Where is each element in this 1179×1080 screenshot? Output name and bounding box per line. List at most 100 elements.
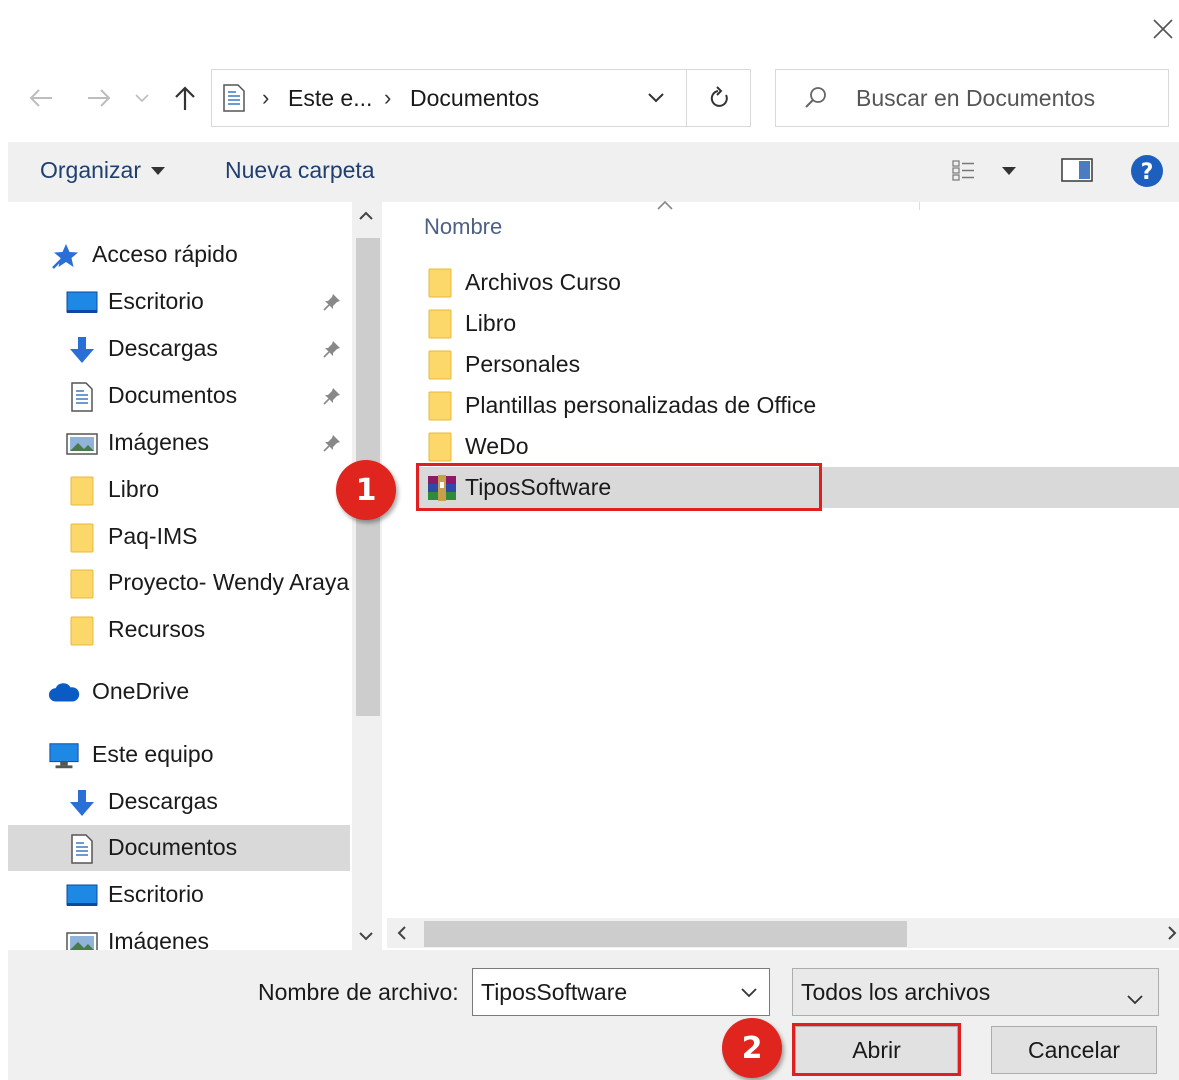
address-history-dropdown[interactable]: [644, 86, 668, 110]
nav-item-libro[interactable]: Libro: [8, 467, 350, 513]
scroll-down-arrow-icon[interactable]: [358, 928, 374, 946]
scrollbar-thumb[interactable]: [424, 921, 907, 947]
file-name: TiposSoftware: [465, 474, 612, 500]
address-bar[interactable]: › Este e... › Documentos: [211, 69, 751, 127]
folder-icon: [427, 309, 455, 339]
nav-item-documentos-pinned[interactable]: Documentos: [8, 373, 350, 419]
file-row-plantillas-personalizadas[interactable]: Plantillas personalizadas de Office: [417, 385, 1179, 426]
breadcrumb-separator: ›: [384, 85, 392, 110]
back-button[interactable]: [24, 80, 58, 116]
forward-button[interactable]: [82, 80, 116, 116]
folder-icon: [66, 615, 98, 647]
nav-label: OneDrive: [92, 678, 190, 704]
svg-text:?: ?: [1141, 160, 1154, 185]
navigation-pane: Acceso rápido Escritorio Descargas Docum…: [8, 202, 352, 950]
nav-item-descargas[interactable]: Descargas: [8, 779, 350, 825]
nav-item-imagenes[interactable]: Imágenes: [8, 919, 350, 950]
help-button[interactable]: ?: [1130, 154, 1164, 188]
nav-item-acceso-rapido[interactable]: Acceso rápido: [8, 232, 350, 278]
new-folder-button[interactable]: Nueva carpeta: [225, 157, 375, 184]
file-type-select[interactable]: Todos los archivos: [792, 968, 1159, 1016]
close-button[interactable]: [1148, 14, 1178, 44]
nav-item-proyecto-wendy-araya[interactable]: Proyecto- Wendy Araya: [8, 560, 350, 606]
nav-item-este-equipo[interactable]: Este equipo: [8, 732, 350, 778]
computer-icon: [48, 740, 80, 772]
file-name: WeDo: [465, 433, 529, 459]
help-icon: ?: [1131, 155, 1163, 187]
scroll-up-arrow-icon[interactable]: [358, 208, 374, 226]
back-arrow-icon: [29, 89, 52, 107]
organize-menu-button[interactable]: Organizar: [40, 157, 165, 184]
nav-label: Descargas: [108, 788, 218, 814]
nav-label: Escritorio: [108, 881, 204, 907]
nav-item-paq-ims[interactable]: Paq-IMS: [8, 514, 350, 560]
nav-item-descargas-pinned[interactable]: Descargas: [8, 326, 350, 372]
up-button[interactable]: [168, 80, 202, 116]
annotation-step-1-badge: 1: [336, 460, 396, 520]
sort-ascending-icon: [655, 198, 675, 216]
pin-icon: [322, 432, 342, 459]
breadcrumb-separator: ›: [262, 85, 270, 110]
desktop-icon: [66, 287, 98, 319]
scroll-right-arrow-icon[interactable]: [1167, 920, 1177, 947]
recent-locations-button[interactable]: [130, 80, 154, 116]
command-bar: Organizar Nueva carpeta ?: [8, 142, 1179, 202]
nav-label: Este equipo: [92, 741, 214, 767]
nav-item-escritorio[interactable]: Escritorio: [8, 872, 350, 918]
breadcrumb-este-equipo[interactable]: Este e...: [288, 85, 372, 112]
preview-pane-button[interactable]: [1061, 158, 1093, 182]
organize-label: Organizar: [40, 157, 141, 183]
pin-icon: [322, 338, 342, 365]
view-options-button[interactable]: [952, 160, 1016, 182]
file-row-personales[interactable]: Personales: [417, 344, 1179, 385]
nav-item-recursos[interactable]: Recursos: [8, 607, 350, 653]
nav-label: Paq-IMS: [108, 523, 198, 549]
chevron-down-icon[interactable]: [740, 986, 758, 1004]
navigation-pane-scrollbar[interactable]: [352, 202, 382, 950]
nav-label: Descargas: [108, 335, 218, 361]
caret-down-icon: [1002, 167, 1016, 175]
search-icon: [804, 86, 828, 115]
search-input[interactable]: Buscar en Documentos: [856, 85, 1095, 112]
file-row-tipossoftware[interactable]: TiposSoftware: [417, 467, 1179, 508]
annotation-step-2-badge: 2: [722, 1018, 782, 1078]
file-list-horizontal-scrollbar[interactable]: [387, 918, 1179, 948]
pictures-icon: [66, 428, 98, 460]
cancel-label: Cancelar: [1027, 1036, 1121, 1063]
caret-down-icon: [150, 166, 165, 175]
column-header-nombre[interactable]: Nombre: [424, 214, 502, 240]
folder-icon: [427, 391, 455, 421]
file-row-wedo[interactable]: WeDo: [417, 426, 1179, 467]
nav-item-escritorio-pinned[interactable]: Escritorio: [8, 279, 350, 325]
pictures-icon: [66, 927, 98, 950]
chevron-down-icon: [135, 94, 149, 103]
breadcrumb-documentos[interactable]: Documentos: [410, 85, 539, 112]
cancel-button[interactable]: Cancelar: [991, 1026, 1157, 1074]
scroll-left-arrow-icon[interactable]: [397, 920, 407, 947]
nav-item-imagenes-pinned[interactable]: Imágenes: [8, 420, 350, 466]
open-button[interactable]: Abrir: [795, 1026, 958, 1074]
refresh-button[interactable]: [686, 70, 752, 126]
search-box[interactable]: Buscar en Documentos: [775, 69, 1169, 127]
file-name: Libro: [465, 310, 517, 336]
filename-input[interactable]: [472, 968, 770, 1016]
folder-icon: [427, 350, 455, 380]
file-row-archivos-curso[interactable]: Archivos Curso: [417, 262, 1179, 303]
column-divider[interactable]: [919, 202, 920, 210]
file-row-libro[interactable]: Libro: [417, 303, 1179, 344]
nav-label: Documentos: [108, 834, 238, 860]
open-label: Abrir: [852, 1036, 901, 1063]
cloud-icon: [48, 677, 80, 709]
pin-icon: [322, 291, 342, 318]
file-list: Nombre Archivos Curso Libro Personales P…: [387, 200, 1179, 918]
winrar-archive-icon: [427, 473, 456, 503]
document-icon: [222, 84, 246, 117]
quick-access-star-icon: [50, 240, 82, 272]
file-name: Archivos Curso: [465, 269, 621, 295]
filename-label: Nombre de archivo:: [258, 979, 459, 1005]
nav-item-documentos[interactable]: Documentos: [8, 825, 350, 871]
file-type-value: Todos los archivos: [801, 978, 991, 1005]
file-name: Plantillas personalizadas de Office: [465, 392, 817, 418]
nav-item-onedrive[interactable]: OneDrive: [8, 669, 350, 715]
nav-label: Libro: [108, 476, 160, 502]
